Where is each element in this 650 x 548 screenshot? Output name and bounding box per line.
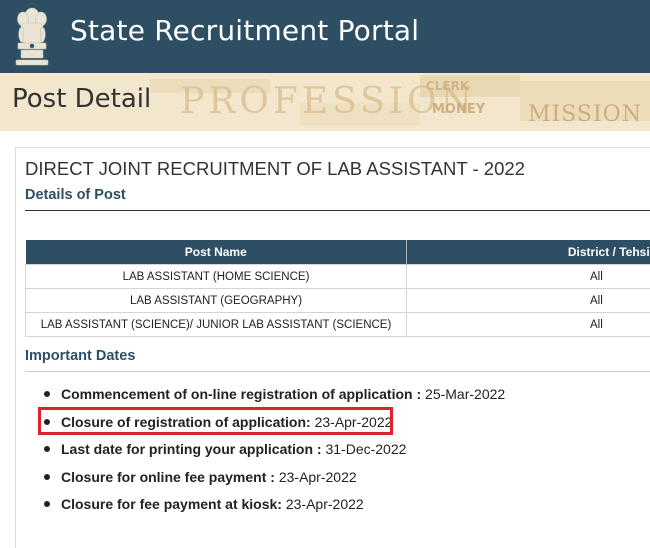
date-label: Closure for online fee payment : <box>61 469 279 485</box>
column-header-post-name: Post Name <box>26 240 407 265</box>
banner-word: MONEY <box>432 102 486 117</box>
banner-word: CLERK <box>426 79 470 93</box>
post-detail-panel: DIRECT JOINT RECRUITMENT OF LAB ASSISTAN… <box>15 147 650 548</box>
post-table: Post Name District / Tehsil LAB ASSISTAN… <box>25 240 650 337</box>
post-name-cell: LAB ASSISTANT (HOME SCIENCE) <box>26 265 407 289</box>
date-value: 23-Apr-2022 <box>279 469 357 485</box>
date-value: 31-Dec-2022 <box>325 441 406 457</box>
page-title: Post Detail <box>12 84 151 114</box>
important-dates-list: Commencement of on-line registration of … <box>41 384 505 522</box>
date-label: Commencement of on-line registration of … <box>61 386 425 402</box>
post-name-cell: LAB ASSISTANT (SCIENCE)/ JUNIOR LAB ASSI… <box>26 313 407 337</box>
district-cell: All <box>407 289 650 313</box>
district-cell: All <box>407 265 650 289</box>
site-title[interactable]: State Recruitment Portal <box>70 14 419 47</box>
divider <box>25 210 650 211</box>
bullet-icon <box>44 446 50 452</box>
important-dates-heading: Important Dates <box>25 348 135 364</box>
table-row: LAB ASSISTANT (SCIENCE)/ JUNIOR LAB ASSI… <box>26 313 650 337</box>
column-header-district: District / Tehsil <box>407 240 650 265</box>
date-label: Last date for printing your application … <box>61 441 325 457</box>
date-value: 25-Mar-2022 <box>425 386 505 402</box>
table-row: LAB ASSISTANT (HOME SCIENCE) All <box>26 265 650 289</box>
divider <box>25 371 650 372</box>
post-name-cell: LAB ASSISTANT (GEOGRAPHY) <box>26 289 407 313</box>
table-header-row: Post Name District / Tehsil <box>26 240 650 265</box>
page-banner: PROFESSION CLERK MONEY MISSION Post Deta… <box>0 73 650 131</box>
bullet-icon <box>44 474 50 480</box>
site-header: State Recruitment Portal <box>0 0 650 73</box>
date-value: 23-Apr-2022 <box>286 496 364 512</box>
list-item: Closure for online fee payment : 23-Apr-… <box>41 467 505 495</box>
list-item: Last date for printing your application … <box>41 439 505 467</box>
national-emblem-icon[interactable] <box>12 4 52 68</box>
district-cell: All <box>407 313 650 337</box>
highlight-box <box>38 407 393 435</box>
bullet-icon <box>44 391 50 397</box>
details-of-post-heading: Details of Post <box>25 187 126 203</box>
date-label: Closure for fee payment at kiosk: <box>61 496 286 512</box>
table-row: LAB ASSISTANT (GEOGRAPHY) All <box>26 289 650 313</box>
bullet-icon <box>44 501 50 507</box>
post-title: DIRECT JOINT RECRUITMENT OF LAB ASSISTAN… <box>25 158 525 180</box>
banner-word: MISSION <box>528 102 642 127</box>
list-item: Closure for fee payment at kiosk: 23-Apr… <box>41 494 505 522</box>
